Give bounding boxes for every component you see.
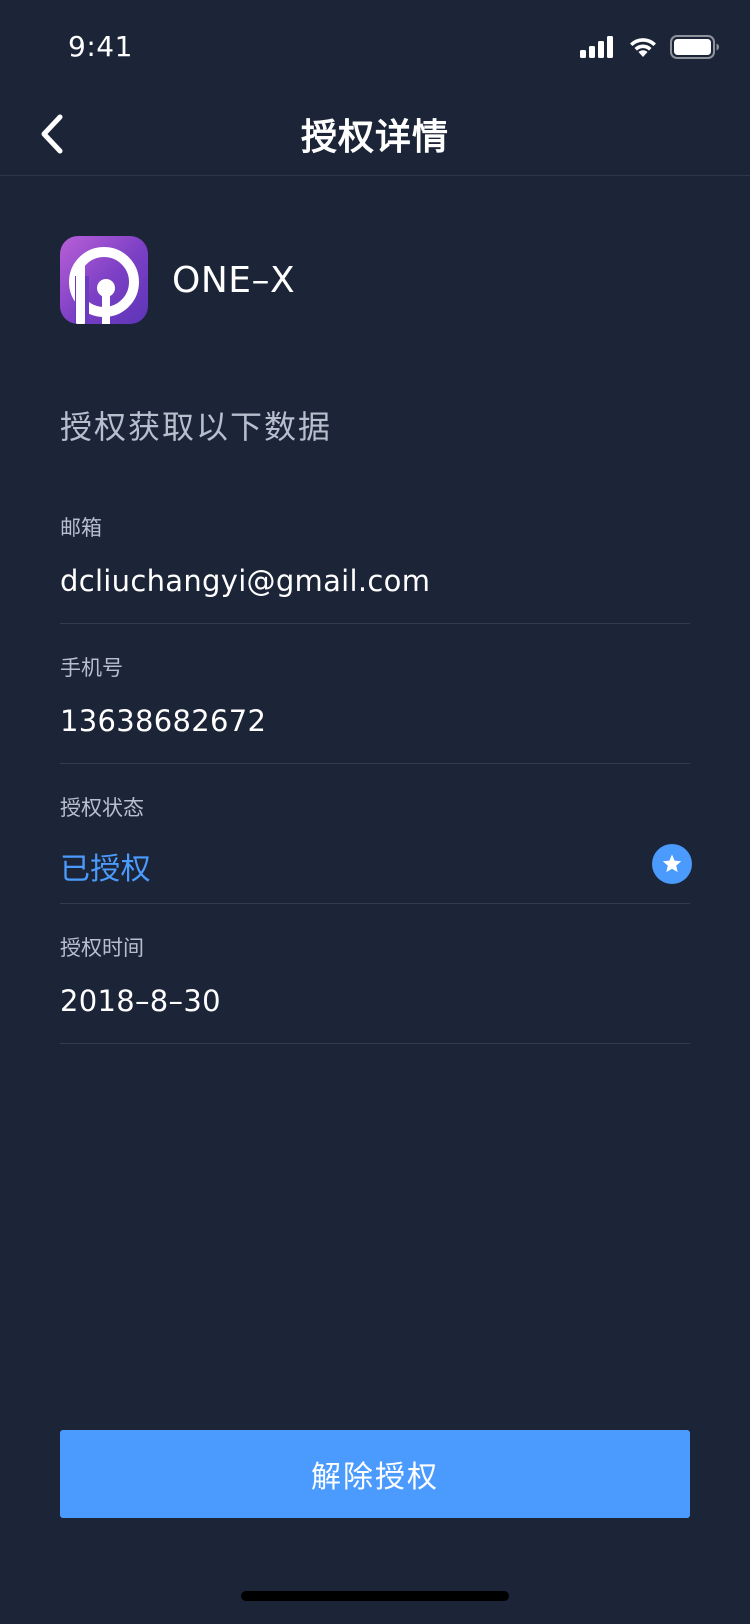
auth-time-label: 授权时间: [60, 936, 144, 960]
section-title: 授权获取以下数据: [60, 408, 333, 446]
status-bar: 9:41: [0, 0, 750, 90]
home-indicator[interactable]: [241, 1591, 509, 1601]
revoke-authorization-button[interactable]: 解除授权: [60, 1430, 690, 1518]
phone-label: 手机号: [60, 656, 123, 680]
auth-status-row: 授权状态 已授权: [60, 764, 692, 904]
auth-status-label: 授权状态: [60, 796, 144, 820]
authorized-data-list: 邮箱 dcliuchangyi@gmail.com 手机号 1363868267…: [60, 484, 692, 1044]
app-header: ONE–X: [60, 236, 295, 324]
email-label: 邮箱: [60, 516, 102, 540]
app-logo-icon: [60, 236, 148, 324]
signal-icon: [580, 36, 613, 58]
phone-row: 手机号 13638682672: [60, 624, 690, 764]
star-badge-icon: [652, 844, 692, 884]
app-name: ONE–X: [172, 259, 296, 301]
auth-time-row: 授权时间 2018–8–30: [60, 904, 690, 1044]
email-value: dcliuchangyi@gmail.com: [60, 564, 431, 598]
auth-time-value: 2018–8–30: [60, 984, 221, 1018]
wifi-icon: [630, 38, 656, 57]
email-row: 邮箱 dcliuchangyi@gmail.com: [60, 484, 690, 624]
status-icons: [580, 33, 720, 61]
authorization-detail-screen: 9:41 授权详情 ONE–X 授权获取以下数据 邮箱 dcliuchangyi…: [0, 0, 750, 1624]
auth-status-value: 已授权: [60, 852, 151, 887]
navigation-bar: 授权详情: [0, 90, 750, 176]
page-title: 授权详情: [300, 117, 449, 158]
status-time: 9:41: [68, 30, 133, 63]
battery-icon: [670, 35, 719, 59]
phone-value: 13638682672: [60, 704, 267, 738]
